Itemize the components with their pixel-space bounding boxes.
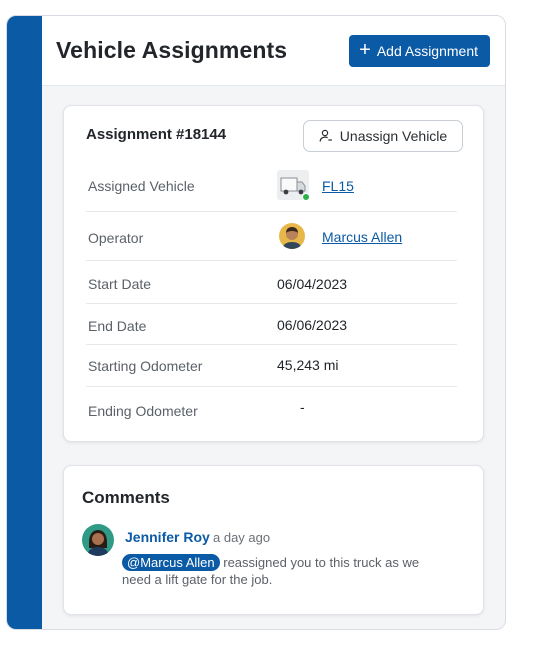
comment-author[interactable]: Jennifer Roy	[125, 529, 210, 545]
add-assignment-label: Add Assignment	[376, 42, 478, 59]
ending-odometer-label: Ending Odometer	[88, 403, 198, 419]
end-date-row: End Date 06/06/2023	[86, 304, 457, 345]
assignment-card: Assignment #18144 Unassign Vehicle Assig…	[63, 105, 484, 442]
end-date-value: 06/06/2023	[277, 317, 348, 333]
add-assignment-button[interactable]: + Add Assignment	[349, 34, 490, 67]
starting-odometer-value: 45,243 mi	[277, 357, 339, 373]
unassign-vehicle-label: Unassign Vehicle	[339, 128, 448, 144]
unassign-vehicle-button[interactable]: Unassign Vehicle	[303, 120, 463, 152]
main-content: Vehicle Assignments + Add Assignment Ass…	[42, 16, 505, 629]
end-date-label: End Date	[88, 318, 147, 334]
app-frame: Vehicle Assignments + Add Assignment Ass…	[6, 15, 506, 630]
comments-title: Comments	[82, 488, 170, 507]
plus-icon: +	[359, 38, 371, 61]
mention-tag[interactable]: @Marcus Allen	[122, 554, 220, 571]
operator-avatar	[279, 223, 305, 249]
start-date-row: Start Date 06/04/2023	[86, 261, 457, 304]
ending-odometer-value: -	[300, 399, 305, 415]
operator-label: Operator	[88, 230, 144, 246]
starting-odometer-row: Starting Odometer 45,243 mi	[86, 345, 457, 387]
person-icon	[87, 530, 109, 556]
page-title: Vehicle Assignments	[56, 37, 288, 63]
comment-time: a day ago	[213, 530, 271, 545]
start-date-value: 06/04/2023	[277, 276, 348, 292]
commenter-avatar	[82, 524, 114, 556]
page-header: Vehicle Assignments + Add Assignment	[42, 16, 505, 86]
assignment-title: Assignment #18144	[86, 126, 227, 143]
assigned-vehicle-row: Assigned Vehicle FL15	[86, 162, 457, 212]
truck-thumbnail	[277, 170, 310, 201]
sidebar	[7, 16, 42, 629]
person-icon	[282, 227, 302, 249]
ending-odometer-row: Ending Odometer -	[86, 387, 457, 431]
start-date-label: Start Date	[88, 276, 152, 292]
operator-link[interactable]: Marcus Allen	[322, 229, 402, 245]
vehicle-link[interactable]: FL15	[322, 178, 354, 194]
assigned-vehicle-label: Assigned Vehicle	[88, 178, 195, 194]
online-status-dot	[302, 193, 310, 201]
comments-card: Comments Jennifer Roy a day ago @Marcus …	[63, 465, 484, 615]
starting-odometer-label: Starting Odometer	[88, 358, 203, 374]
comment-body: @Marcus Allen reassigned you to this tru…	[122, 554, 442, 588]
operator-row: Operator Marcus Allen	[86, 212, 457, 261]
user-remove-icon	[319, 129, 332, 142]
